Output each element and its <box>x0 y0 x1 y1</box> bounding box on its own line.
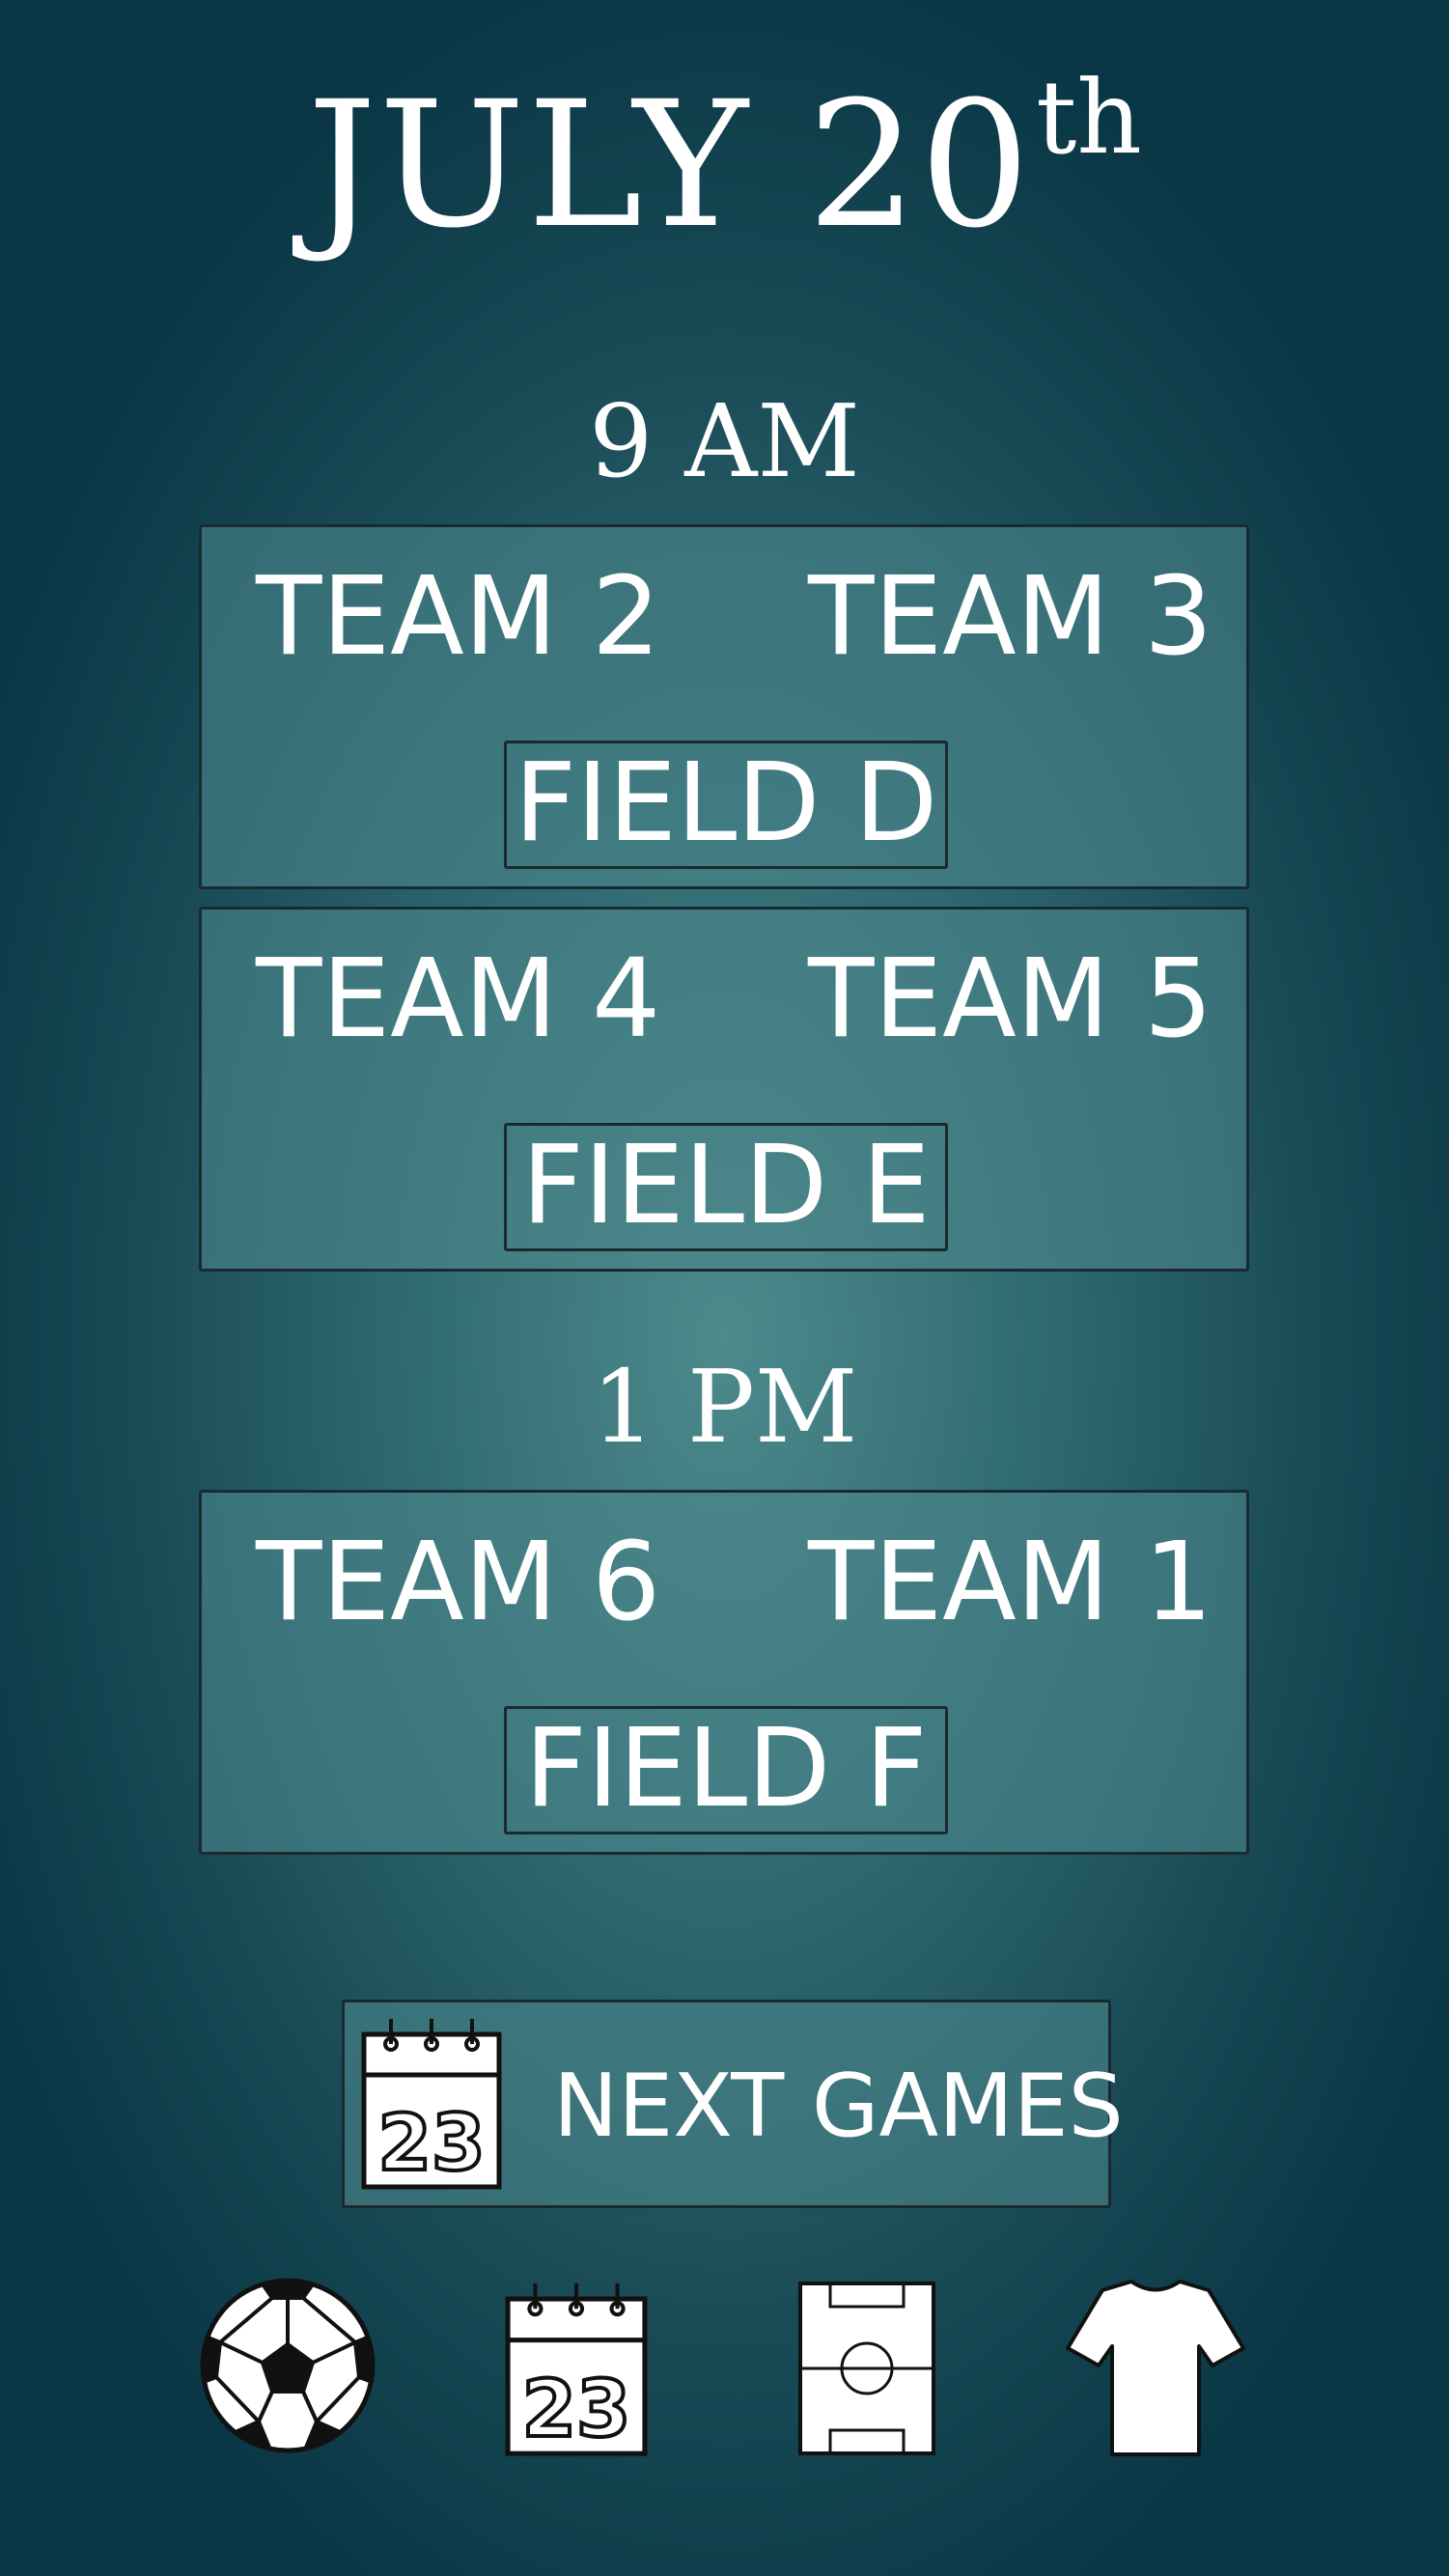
calendar-icon: 23 <box>361 2019 502 2190</box>
jersey-icon[interactable] <box>1066 2277 1245 2458</box>
match-card[interactable]: TEAM 4 TEAM 5 FIELD E <box>199 907 1249 1272</box>
match-card[interactable]: TEAM 2 TEAM 3 FIELD D <box>199 524 1249 889</box>
calendar-icon-number: 23 <box>377 2098 485 2188</box>
soccer-ball-icon[interactable] <box>199 2277 376 2454</box>
schedule-screen: JULY 20th 9 AM TEAM 2 TEAM 3 FIELD D TEA… <box>0 0 1449 2576</box>
match-team-away: TEAM 3 <box>808 554 1213 680</box>
page-title: JULY 20th <box>0 68 1449 253</box>
soccer-field-icon[interactable] <box>797 2281 936 2456</box>
match-field-badge: FIELD F <box>504 1706 948 1834</box>
next-games-button[interactable]: 23 NEXT GAMES <box>342 2000 1124 2208</box>
time-slot-heading: 1 PM <box>591 1348 858 1466</box>
title-date-suffix: th <box>1036 59 1142 177</box>
match-card[interactable]: TEAM 6 TEAM 1 FIELD F <box>199 1490 1249 1855</box>
title-date: JULY 20 <box>307 65 1033 266</box>
match-team-home: TEAM 4 <box>256 937 661 1062</box>
calendar-icon-number: 23 <box>522 2365 631 2455</box>
calendar-icon[interactable]: 23 <box>504 2277 649 2460</box>
match-field-badge: FIELD D <box>504 741 948 869</box>
match-team-away: TEAM 1 <box>808 1520 1213 1645</box>
next-games-label: NEXT GAMES <box>553 2056 1124 2157</box>
match-team-home: TEAM 2 <box>256 554 661 680</box>
match-team-away: TEAM 5 <box>808 937 1213 1062</box>
match-field-badge: FIELD E <box>504 1123 948 1251</box>
time-slot-heading: 9 AM <box>589 382 860 500</box>
match-team-home: TEAM 6 <box>256 1520 661 1645</box>
